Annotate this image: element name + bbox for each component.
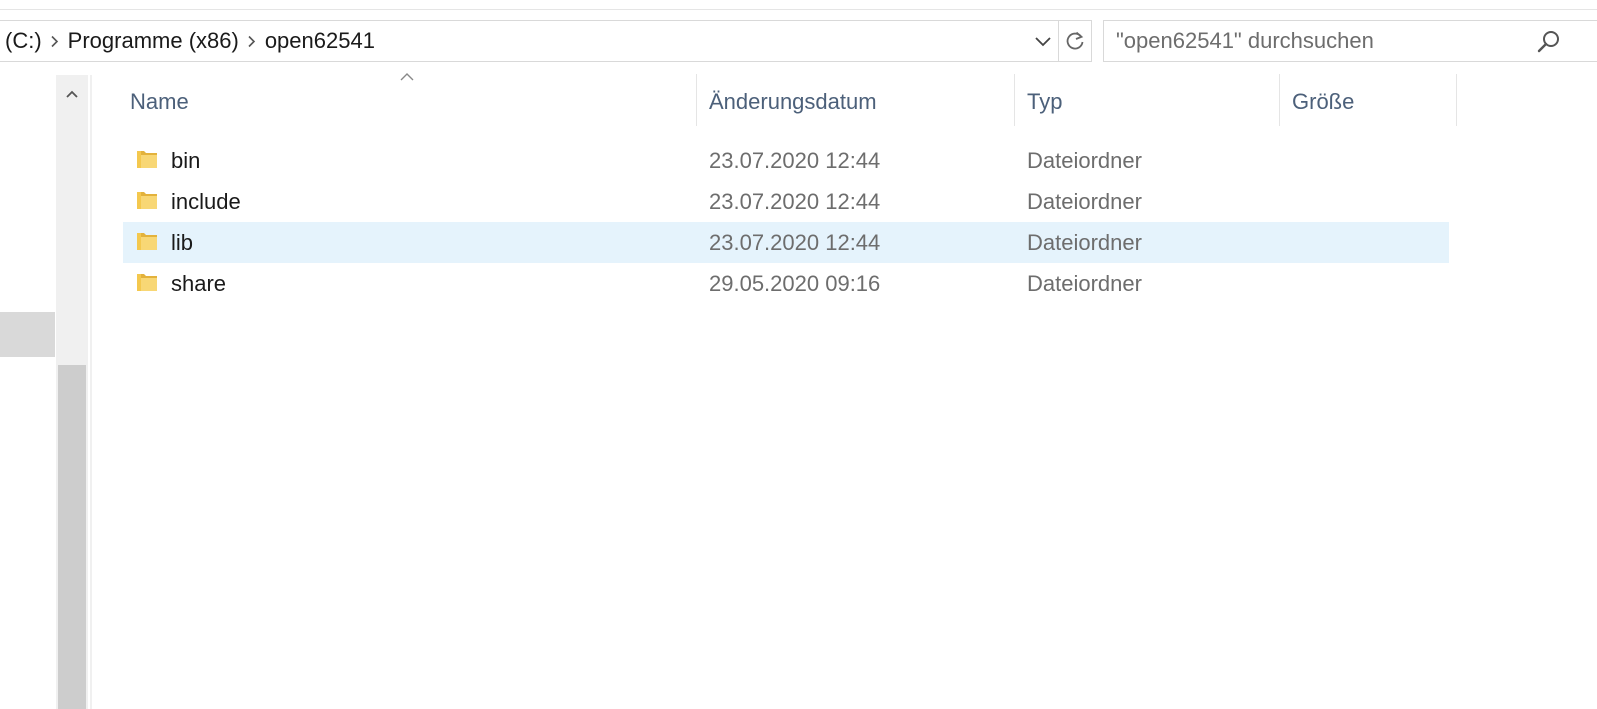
file-date: 23.07.2020 12:44 (709, 229, 881, 255)
column-header-date[interactable]: Änderungsdatum (697, 78, 1014, 126)
file-name: bin (171, 147, 201, 173)
breadcrumb-item-drive[interactable]: (C:) (3, 28, 44, 54)
chevron-right-icon[interactable] (44, 21, 66, 61)
file-type: Dateiordner (1027, 229, 1142, 255)
column-header-name[interactable]: Name (118, 78, 696, 126)
column-header-size[interactable]: Größe (1280, 78, 1456, 126)
scroll-thumb[interactable] (58, 365, 86, 709)
column-header-size-label: Größe (1292, 89, 1355, 114)
file-date: 23.07.2020 12:44 (709, 147, 881, 173)
file-type: Dateiordner (1027, 147, 1142, 173)
file-type: Dateiordner (1027, 188, 1142, 214)
pane-divider[interactable] (90, 75, 92, 709)
address-bar[interactable]: (C:) Programme (x86) open62541 (0, 20, 1059, 62)
folder-icon (137, 274, 157, 291)
file-date: 29.05.2020 09:16 (709, 270, 881, 296)
column-header-type[interactable]: Typ (1015, 78, 1279, 126)
ribbon-edge (0, 0, 1597, 10)
breadcrumb-item-programme-x86[interactable]: Programme (x86) (66, 28, 241, 54)
refresh-button[interactable] (1059, 20, 1092, 62)
search-box[interactable] (1103, 20, 1597, 62)
chevron-right-icon[interactable] (241, 21, 263, 61)
breadcrumb-item-open62541[interactable]: open62541 (263, 28, 377, 54)
file-name: share (171, 270, 227, 296)
file-row[interactable]: share 29.05.2020 09:16 Dateiordner (123, 263, 1449, 304)
file-row[interactable]: include 23.07.2020 12:44 Dateiordner (123, 181, 1449, 222)
column-divider[interactable] (1456, 74, 1457, 126)
column-header-date-label: Änderungsdatum (709, 89, 877, 114)
column-header-type-label: Typ (1027, 89, 1063, 114)
folder-icon (137, 233, 157, 250)
file-type: Dateiordner (1027, 270, 1142, 296)
refresh-icon (1066, 31, 1084, 50)
nav-pane-selected-item[interactable] (0, 312, 55, 357)
search-icon[interactable] (1536, 29, 1562, 55)
column-header-name-label: Name (130, 89, 189, 114)
folder-icon (137, 151, 157, 168)
file-date: 23.07.2020 12:44 (709, 188, 881, 214)
nav-pane-scrollbar[interactable] (56, 75, 88, 709)
folder-icon (137, 192, 157, 209)
chevron-down-icon[interactable] (1029, 21, 1057, 61)
file-row[interactable]: bin 23.07.2020 12:44 Dateiordner (123, 140, 1449, 181)
file-name: lib (171, 229, 194, 255)
breadcrumb: (C:) Programme (x86) open62541 (3, 21, 377, 61)
chevron-up-icon[interactable] (56, 75, 88, 113)
search-input[interactable] (1116, 21, 1536, 61)
file-name: include (171, 188, 241, 214)
file-row-selected[interactable]: lib 23.07.2020 12:44 Dateiordner (123, 222, 1449, 263)
